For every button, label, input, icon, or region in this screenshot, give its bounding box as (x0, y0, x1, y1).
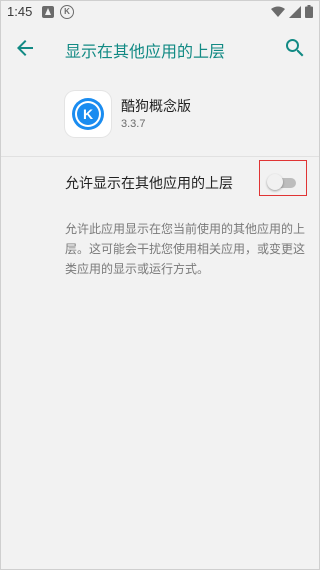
app-icon-letter: K (83, 106, 93, 122)
kugou-logo-icon: K (72, 98, 104, 130)
wifi-icon (271, 6, 285, 17)
kugou-k-icon: K (60, 5, 74, 19)
status-bar: 1:45 K (1, 1, 319, 25)
back-button[interactable] (13, 36, 37, 60)
battery-icon (305, 5, 313, 18)
screen: 1:45 K 显示在其他应用的上层 K 酷狗概念版 3.3.7 允许显示在其他应… (0, 0, 320, 570)
status-icons (271, 5, 313, 18)
notification-a-icon (42, 6, 54, 18)
signal-icon (289, 5, 301, 18)
status-time: 1:45 (7, 4, 33, 19)
setting-description: 允许此应用显示在您当前使用的其他应用的上层。这可能会干扰您使用相关应用，或变更这… (65, 222, 306, 276)
arrow-back-icon (17, 40, 33, 56)
highlight-box (259, 160, 307, 196)
setting-label: 允许显示在其他应用的上层 (65, 176, 233, 192)
page-title: 显示在其他应用的上层 (65, 42, 226, 61)
search-button[interactable] (283, 36, 307, 60)
app-name: 酷狗概念版 (121, 99, 191, 115)
search-icon (286, 39, 304, 57)
app-bar: 显示在其他应用的上层 (1, 25, 319, 71)
app-version: 3.3.7 (121, 118, 146, 130)
kugou-app-icon: K (65, 91, 111, 137)
